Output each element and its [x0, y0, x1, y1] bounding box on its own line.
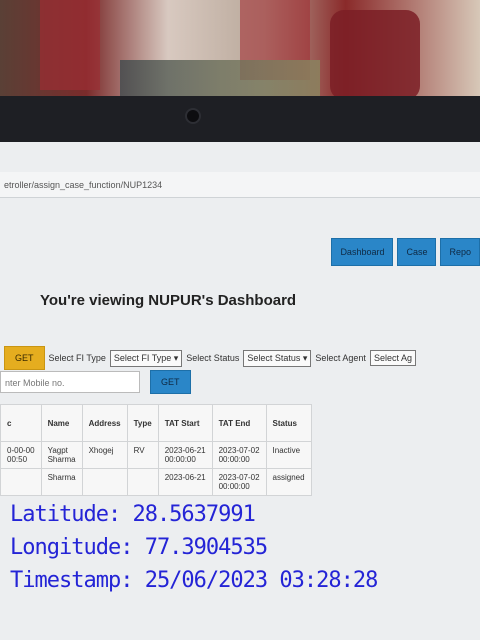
cell: Xhogej — [81, 441, 128, 469]
col-header: Name — [40, 404, 83, 442]
table-row[interactable]: 0-00-00 00:50 Yagpt Sharma Xhogej RV 202… — [0, 441, 312, 469]
chair — [330, 10, 420, 100]
col-header: TAT End — [211, 404, 267, 442]
url-bar[interactable]: etroller/assign_case_function/NUP1234 — [0, 172, 480, 198]
timestamp-overlay: Timestamp: 25/06/2023 03:28:28 — [10, 568, 378, 593]
cell: RV — [126, 441, 159, 469]
longitude-overlay: Longitude: 77.3904535 — [10, 535, 268, 560]
col-header: c — [0, 404, 42, 442]
table-row[interactable]: Sharma 2023-06-21 2023-07-02 00:00:00 as… — [0, 468, 312, 496]
case-button[interactable]: Case — [397, 238, 437, 266]
status-label: Select Status — [186, 353, 240, 363]
cloth — [120, 60, 320, 100]
background-room — [0, 0, 480, 110]
cell: assigned — [265, 468, 312, 496]
mobile-get-button[interactable]: GET — [150, 370, 191, 394]
filter-bar: GET Select FI Type Select FI Type ▾ Sele… — [4, 346, 416, 370]
webcam — [185, 108, 201, 124]
cell: 2023-06-21 — [157, 468, 213, 496]
case-table: c Name Address Type TAT Start TAT End St… — [0, 404, 312, 496]
agent-select[interactable]: Select Ag — [369, 350, 416, 366]
cell: Yagpt Sharma — [40, 441, 83, 469]
cell: Inactive — [265, 441, 312, 469]
cell: 2023-07-02 00:00:00 — [211, 468, 267, 496]
curtain — [40, 0, 100, 90]
repo-button[interactable]: Repo — [440, 238, 480, 266]
cell: 2023-06-21 00:00:00 — [157, 441, 213, 469]
col-header: Type — [126, 404, 159, 442]
cell — [126, 468, 159, 496]
dashboard-button[interactable]: Dashboard — [331, 238, 394, 266]
latitude-overlay: Latitude: 28.5637991 — [10, 502, 256, 527]
fi-type-label: Select FI Type — [48, 353, 106, 363]
agent-label: Select Agent — [315, 353, 366, 363]
table-header: c Name Address Type TAT Start TAT End St… — [0, 404, 312, 442]
mobile-input[interactable]: nter Mobile no. — [0, 371, 140, 393]
cell: 2023-07-02 00:00:00 — [211, 441, 267, 469]
get-button[interactable]: GET — [4, 346, 45, 370]
top-nav: Dashboard Case Repo — [331, 238, 480, 266]
cell — [0, 468, 42, 496]
col-header: Status — [265, 404, 312, 442]
cell — [81, 468, 128, 496]
mobile-search: nter Mobile no. GET — [0, 370, 191, 394]
page-title: You're viewing NUPUR's Dashboard — [40, 292, 297, 309]
status-select[interactable]: Select Status ▾ — [243, 349, 312, 367]
fi-type-select[interactable]: Select FI Type ▾ — [109, 349, 183, 367]
col-header: Address — [81, 404, 128, 442]
col-header: TAT Start — [157, 404, 213, 442]
cell: Sharma — [40, 468, 83, 496]
laptop-screen: etroller/assign_case_function/NUP1234 Da… — [0, 142, 480, 640]
cell: 0-00-00 00:50 — [0, 441, 42, 469]
